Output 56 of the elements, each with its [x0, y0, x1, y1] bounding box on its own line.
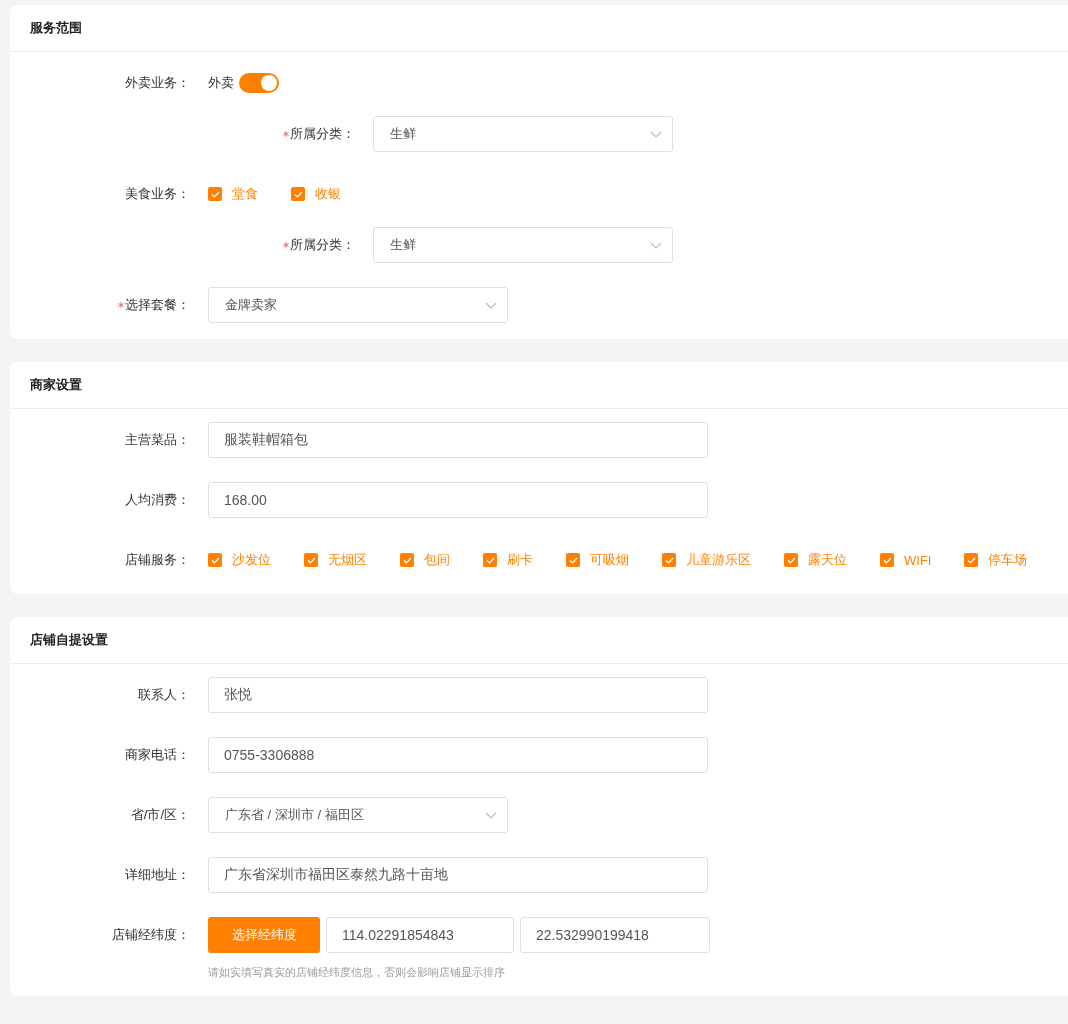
- checkbox[interactable]: [784, 553, 798, 567]
- chevron-down-icon: [650, 130, 662, 138]
- field-label: 店铺服务：: [125, 551, 190, 569]
- field-label: 详细地址：: [125, 866, 190, 884]
- chevron-down-icon: [650, 241, 662, 249]
- checkbox[interactable]: [880, 553, 894, 567]
- checkbox-label: 收银: [315, 185, 341, 203]
- checkbox-label: 堂食: [232, 185, 258, 203]
- field-label: 所属分类：: [290, 125, 355, 143]
- checkbox-label: 露天位: [808, 551, 847, 569]
- section-title: 商家设置: [30, 376, 82, 394]
- checkbox-label: 儿童游乐区: [686, 551, 751, 569]
- toggle-switch[interactable]: [239, 73, 279, 93]
- checkbox[interactable]: [400, 553, 414, 567]
- checkbox-label: 停车场: [988, 551, 1028, 569]
- field-label: 外卖业务：: [125, 74, 190, 92]
- input-field[interactable]: 广东省深圳市福田区泰然九路十亩地: [208, 857, 708, 893]
- chevron-down-icon: [485, 811, 497, 819]
- checkbox-label: 包间: [424, 551, 450, 569]
- section-title: 服务范围: [30, 19, 82, 37]
- select-field[interactable]: 金牌卖家: [208, 287, 508, 323]
- input-field[interactable]: 张悦: [208, 677, 708, 713]
- field-label: 选择套餐：: [125, 296, 190, 314]
- switch-label: 外卖: [208, 74, 234, 92]
- checkbox-label: 可吸烟: [590, 551, 629, 569]
- checkbox[interactable]: [208, 553, 222, 567]
- field-label: 所属分类：: [290, 236, 355, 254]
- field-label: 人均消费：: [125, 491, 190, 509]
- checkbox-label: WIFI: [904, 552, 932, 568]
- input-field[interactable]: 114.02291854843: [326, 917, 514, 953]
- field-label: 省/市/区：: [130, 806, 190, 824]
- field-label: 商家电话：: [125, 746, 190, 764]
- hint-text: 请如实填写真实的店铺经纬度信息，否则会影响店铺显示排序: [208, 965, 506, 980]
- checkbox[interactable]: [662, 553, 676, 567]
- checkbox[interactable]: [291, 187, 305, 201]
- select-field[interactable]: 广东省 / 深圳市 / 福田区: [208, 797, 508, 833]
- select-field[interactable]: 生鲜: [373, 227, 673, 263]
- field-label: 主营菜品：: [125, 431, 190, 449]
- checkbox[interactable]: [208, 187, 222, 201]
- input-field[interactable]: 服装鞋帽箱包: [208, 422, 708, 458]
- checkbox[interactable]: [483, 553, 497, 567]
- section-title: 店铺自提设置: [30, 631, 108, 649]
- checkbox[interactable]: [304, 553, 318, 567]
- input-field[interactable]: 168.00: [208, 482, 708, 518]
- checkbox-label: 无烟区: [328, 551, 367, 569]
- checkbox-label: 刷卡: [507, 551, 533, 569]
- chevron-down-icon: [485, 301, 497, 309]
- checkbox[interactable]: [964, 553, 979, 567]
- field-label: 联系人：: [138, 686, 190, 704]
- input-field[interactable]: 0755-3306888: [208, 737, 708, 773]
- select-field[interactable]: 生鲜: [373, 116, 673, 152]
- input-field[interactable]: 22.532990199418: [520, 917, 710, 953]
- field-label: 美食业务：: [125, 185, 190, 203]
- field-label: 店铺经纬度：: [112, 926, 190, 944]
- checkbox-label: 沙发位: [232, 551, 271, 569]
- checkbox[interactable]: [566, 553, 580, 567]
